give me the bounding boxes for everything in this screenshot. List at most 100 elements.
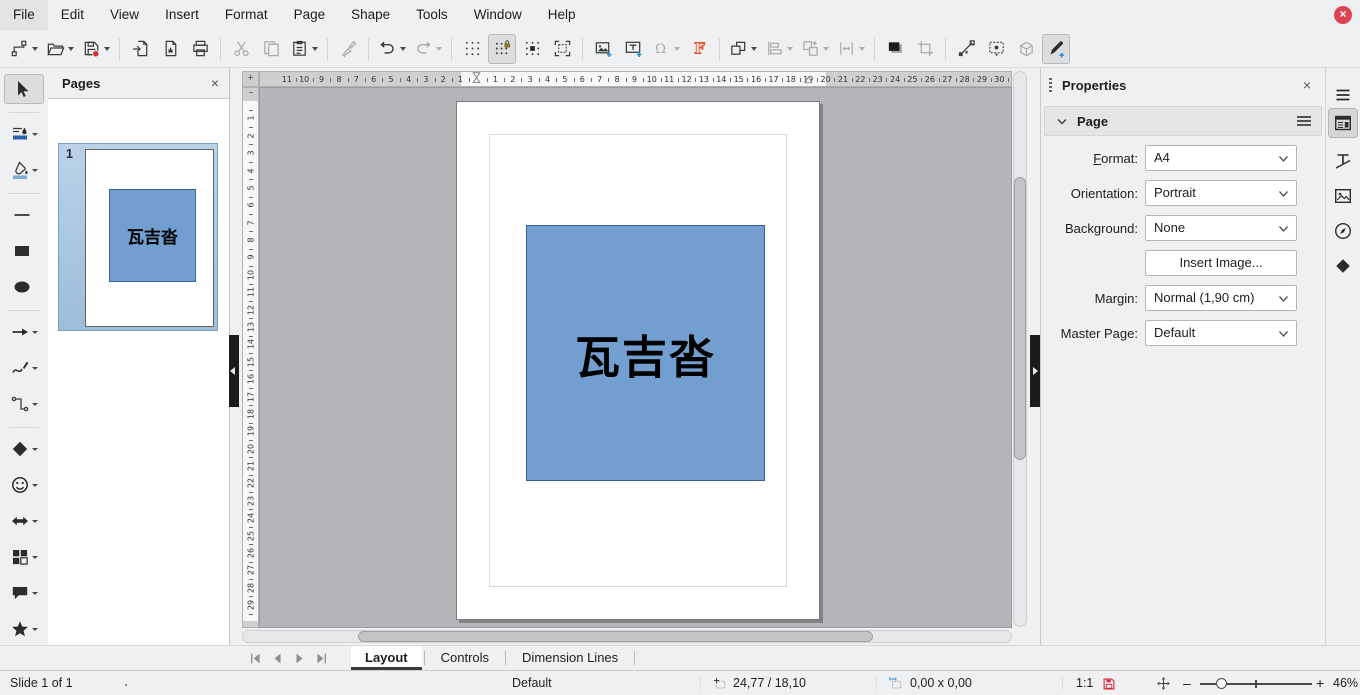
edit-points-button[interactable] — [952, 34, 980, 64]
sidebar-tab-shapes[interactable] — [1328, 251, 1358, 281]
show-glue-points-button[interactable] — [982, 34, 1010, 64]
rectangle-shape[interactable]: 瓦吉沓 — [526, 225, 765, 481]
vertical-ruler[interactable]: -112345678910111213141516171819202122232… — [242, 87, 259, 628]
zoom-level[interactable]: 46% — [1333, 671, 1358, 695]
insert-fontwork-button[interactable]: F — [685, 34, 713, 64]
background-dropdown[interactable]: None — [1145, 215, 1297, 241]
layer-tab-layout[interactable]: Layout — [351, 646, 422, 670]
snap-to-grid-button[interactable] — [488, 34, 516, 64]
vertical-scrollbar-thumb[interactable] — [1014, 177, 1026, 460]
menu-insert[interactable]: Insert — [152, 0, 212, 30]
pages-panel-collapse-handle[interactable] — [229, 335, 239, 407]
horizontal-scrollbar[interactable] — [242, 630, 1012, 643]
sidebar-tab-gallery[interactable] — [1328, 181, 1358, 211]
vertical-scrollbar[interactable] — [1013, 71, 1027, 627]
menu-shape[interactable]: Shape — [338, 0, 403, 30]
orientation-dropdown[interactable]: Portrait — [1145, 180, 1297, 206]
save-button[interactable] — [79, 34, 113, 64]
drawing-viewport[interactable]: 瓦吉沓 — [259, 87, 1012, 628]
left-margin-marker[interactable] — [472, 72, 487, 87]
zoom-in-button[interactable]: + — [1316, 671, 1324, 695]
insert-text-box-button[interactable] — [619, 34, 647, 64]
style-name[interactable]: Default — [512, 671, 552, 695]
lines-and-arrows-tool[interactable] — [4, 317, 44, 347]
page-thumbnail[interactable]: 1 瓦吉沓 — [58, 143, 218, 331]
transformations-button[interactable] — [726, 34, 760, 64]
ellipse-tool[interactable] — [4, 272, 44, 302]
sidebar-tab-navigator[interactable] — [1328, 216, 1358, 246]
section-menu-icon[interactable] — [1297, 116, 1311, 126]
show-draw-functions-button[interactable] — [1042, 34, 1070, 64]
nav-last-button[interactable] — [314, 651, 329, 666]
align-objects-button[interactable] — [762, 34, 796, 64]
display-grid-button[interactable] — [458, 34, 486, 64]
arrange-button[interactable] — [798, 34, 832, 64]
shadow-button[interactable] — [881, 34, 909, 64]
menu-tools[interactable]: Tools — [403, 0, 461, 30]
export-button[interactable] — [126, 34, 154, 64]
nav-next-button[interactable] — [292, 651, 307, 666]
insert-line-tool[interactable] — [4, 200, 44, 230]
block-arrows-tool[interactable] — [4, 506, 44, 536]
new-document-button[interactable] — [7, 34, 41, 64]
layer-tab-controls[interactable]: Controls — [427, 646, 503, 670]
horizontal-ruler[interactable]: 1110987654321123456789101112131415161718… — [259, 71, 1012, 87]
distribute-selection-button[interactable] — [834, 34, 868, 64]
right-margin-marker[interactable] — [804, 73, 819, 87]
cut-button[interactable] — [227, 34, 255, 64]
menu-page[interactable]: Page — [281, 0, 339, 30]
nav-first-button[interactable] — [248, 651, 263, 666]
zoom-out-button[interactable]: – — [1183, 671, 1191, 695]
redo-button[interactable] — [411, 34, 445, 64]
scale-indicator[interactable]: 1:1 — [1076, 671, 1093, 695]
curves-and-polygons-tool[interactable] — [4, 353, 44, 383]
sidebar-collapse-handle[interactable] — [1030, 335, 1040, 407]
insert-image-button[interactable]: Insert Image... — [1145, 250, 1297, 276]
basic-shapes-tool[interactable] — [4, 434, 44, 464]
callouts-tool[interactable] — [4, 578, 44, 608]
flowchart-tool[interactable] — [4, 542, 44, 572]
zoom-slider-thumb[interactable] — [1216, 678, 1227, 689]
paste-button[interactable] — [287, 34, 321, 64]
nav-prev-button[interactable] — [270, 651, 285, 666]
window-close-button[interactable]: × — [1334, 6, 1352, 24]
layer-tab-dimension-lines[interactable]: Dimension Lines — [508, 646, 632, 670]
horizontal-scrollbar-thumb[interactable] — [358, 631, 873, 642]
sidebar-tab-properties[interactable] — [1328, 108, 1358, 138]
pages-panel-close-icon[interactable]: × — [211, 75, 219, 91]
insert-special-character-button[interactable]: Ω — [649, 34, 683, 64]
stars-and-banners-tool[interactable] — [4, 614, 44, 644]
undo-button[interactable] — [375, 34, 409, 64]
document-page[interactable]: 瓦吉沓 — [456, 101, 820, 620]
symbol-shapes-tool[interactable] — [4, 470, 44, 500]
line-color-tool[interactable] — [4, 119, 44, 149]
menu-view[interactable]: View — [97, 0, 152, 30]
menu-edit[interactable]: Edit — [48, 0, 97, 30]
select-tool[interactable] — [4, 74, 44, 104]
print-button[interactable] — [186, 34, 214, 64]
open-button[interactable] — [43, 34, 77, 64]
master-page-dropdown[interactable]: Default — [1145, 320, 1297, 346]
sidebar-tab-sidebar-menu[interactable] — [1328, 80, 1358, 110]
menu-file[interactable]: File — [0, 0, 48, 30]
margin-dropdown[interactable]: Normal (1,90 cm) — [1145, 285, 1297, 311]
insert-image-button[interactable] — [589, 34, 617, 64]
helplines-while-moving-button[interactable] — [518, 34, 546, 64]
zoom-button[interactable] — [548, 34, 576, 64]
menu-window[interactable]: Window — [461, 0, 535, 30]
crop-image-button[interactable] — [911, 34, 939, 64]
menu-format[interactable]: Format — [212, 0, 281, 30]
menu-help[interactable]: Help — [535, 0, 589, 30]
fill-color-tool[interactable] — [4, 155, 44, 185]
export-pdf-button[interactable] — [156, 34, 184, 64]
connectors-tool[interactable] — [4, 389, 44, 419]
fit-page-icon[interactable] — [1156, 676, 1171, 691]
copy-button[interactable] — [257, 34, 285, 64]
panel-grip-icon[interactable] — [1049, 78, 1052, 92]
3d-objects-button[interactable] — [1012, 34, 1040, 64]
unsaved-changes-icon[interactable] — [1102, 677, 1116, 691]
rectangle-tool[interactable] — [4, 236, 44, 266]
format-dropdown[interactable]: A4 — [1145, 145, 1297, 171]
page-section-header[interactable]: Page — [1044, 106, 1322, 136]
sidebar-tab-styles[interactable] — [1328, 146, 1358, 176]
